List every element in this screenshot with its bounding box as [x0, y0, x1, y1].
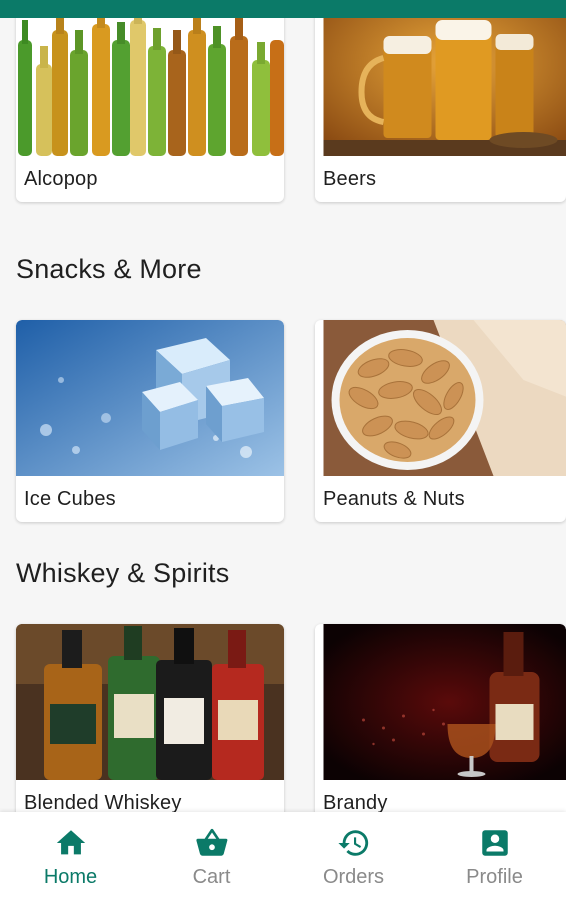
section-heading-whiskey: Whiskey & Spirits [16, 558, 230, 588]
category-card-ice-cubes[interactable]: Ice Cubes [16, 320, 284, 522]
bottom-navigation: Home Cart Orders Profile [0, 812, 566, 900]
category-card-brandy[interactable]: Brandy [315, 624, 566, 812]
brandy-image [315, 624, 566, 780]
history-icon [337, 826, 371, 860]
basket-icon [195, 826, 229, 860]
nav-profile[interactable]: Profile [424, 812, 565, 900]
category-label: Brandy [323, 792, 388, 812]
beers-image [315, 18, 566, 156]
category-card-beers[interactable]: Beers [315, 18, 566, 202]
home-icon [54, 826, 88, 860]
nav-home-label: Home [43, 866, 98, 888]
nav-home[interactable]: Home [0, 812, 141, 900]
category-list[interactable]: Alcopop Beers Snacks & More Ice Cubes Pe… [0, 18, 566, 812]
nav-cart-label: Cart [192, 866, 231, 888]
category-card-peanuts-nuts[interactable]: Peanuts & Nuts [315, 320, 566, 522]
category-card-blended-whiskey[interactable]: Blended Whiskey [16, 624, 284, 812]
category-label: Alcopop [24, 168, 98, 190]
category-card-alcopop[interactable]: Alcopop [16, 18, 284, 202]
nav-orders[interactable]: Orders [283, 812, 424, 900]
ice-cubes-image [16, 320, 284, 476]
category-label: Blended Whiskey [24, 792, 182, 812]
alcopop-image [16, 18, 284, 156]
category-label: Peanuts & Nuts [323, 488, 465, 510]
whiskey-image [16, 624, 284, 780]
nav-profile-label: Profile [466, 866, 523, 888]
profile-icon [478, 826, 512, 860]
top-app-bar [0, 0, 566, 18]
nav-cart[interactable]: Cart [141, 812, 282, 900]
section-heading-snacks: Snacks & More [16, 254, 202, 284]
category-label: Beers [323, 168, 377, 190]
category-label: Ice Cubes [24, 488, 116, 510]
nav-orders-label: Orders [322, 866, 385, 888]
peanuts-image [315, 320, 566, 476]
